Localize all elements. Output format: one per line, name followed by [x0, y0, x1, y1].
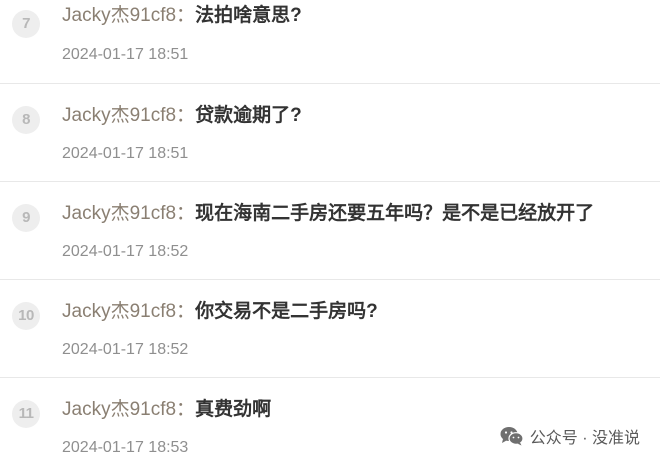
comment-text: 现在海南二手房还要五年吗？是不是已经放开了 — [195, 203, 595, 224]
comment-list: 7 Jacky杰91cf8：法拍啥意思? 2024-01-17 18:51 8 … — [0, 0, 660, 476]
comment-username[interactable]: Jacky杰91cf8 — [62, 5, 176, 26]
comment-line: Jacky杰91cf8：贷款逾期了? — [62, 104, 302, 128]
comment-number-badge: 7 — [12, 10, 40, 38]
watermark: 公众号 · 没准说 — [500, 424, 640, 448]
comment-timestamp: 2024-01-17 18:52 — [62, 243, 189, 260]
comment-number-badge: 9 — [12, 204, 40, 232]
comment-username[interactable]: Jacky杰91cf8 — [62, 105, 176, 126]
comment-text: 法拍啥意思? — [195, 5, 302, 26]
comment-line: Jacky杰91cf8：现在海南二手房还要五年吗？是不是已经放开了 — [62, 202, 594, 226]
wechat-icon — [500, 427, 524, 446]
watermark-text: 公众号 · 没准说 — [529, 430, 640, 447]
comment-line: Jacky杰91cf8：法拍啥意思? — [62, 4, 302, 28]
comment-item: 10 Jacky杰91cf8：你交易不是二手房吗? 2024-01-17 18:… — [0, 280, 660, 378]
comment-timestamp: 2024-01-17 18:51 — [62, 145, 189, 162]
comment-username[interactable]: Jacky杰91cf8 — [62, 399, 176, 420]
comment-timestamp: 2024-01-17 18:52 — [62, 341, 189, 358]
comment-separator: ： — [176, 105, 196, 126]
comment-item: 7 Jacky杰91cf8：法拍啥意思? 2024-01-17 18:51 — [0, 0, 660, 84]
comment-text: 真费劲啊 — [195, 399, 272, 420]
comment-line: Jacky杰91cf8：真费劲啊 — [62, 398, 271, 422]
comment-separator: ： — [176, 5, 196, 26]
comment-line: Jacky杰91cf8：你交易不是二手房吗? — [62, 300, 378, 324]
comment-separator: ： — [176, 203, 196, 224]
comment-username[interactable]: Jacky杰91cf8 — [62, 301, 176, 322]
comment-separator: ： — [176, 301, 196, 322]
comment-separator: ： — [176, 399, 196, 420]
comment-number-badge: 8 — [12, 106, 40, 134]
comment-item: 9 Jacky杰91cf8：现在海南二手房还要五年吗？是不是已经放开了 2024… — [0, 182, 660, 280]
comment-item: 8 Jacky杰91cf8：贷款逾期了? 2024-01-17 18:51 — [0, 84, 660, 182]
comment-number-badge: 11 — [12, 400, 40, 428]
comment-username[interactable]: Jacky杰91cf8 — [62, 203, 176, 224]
comment-timestamp: 2024-01-17 18:53 — [62, 439, 189, 456]
comment-text: 贷款逾期了? — [195, 105, 302, 126]
comment-timestamp: 2024-01-17 18:51 — [62, 46, 189, 63]
comment-number-badge: 10 — [12, 302, 40, 330]
comment-text: 你交易不是二手房吗? — [195, 301, 378, 322]
